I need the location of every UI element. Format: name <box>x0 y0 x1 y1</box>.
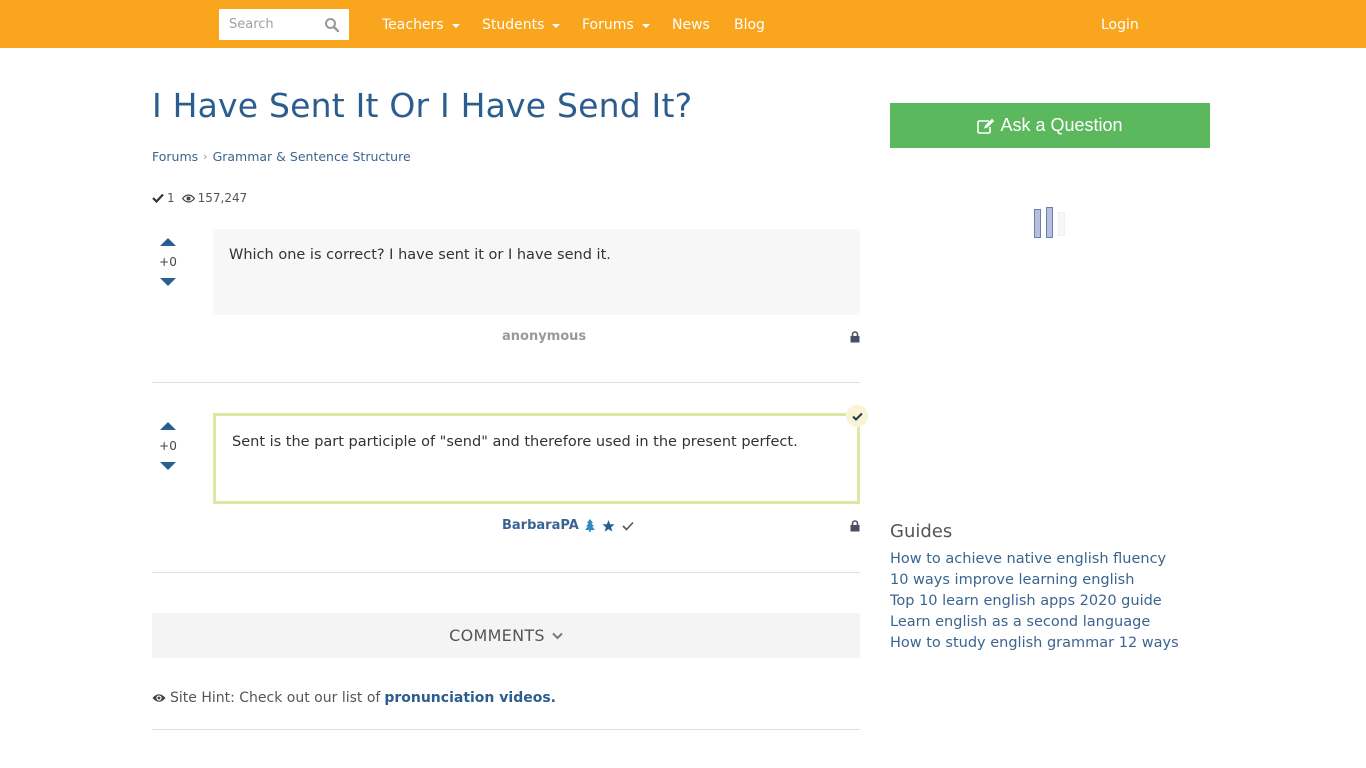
loader-bar <box>1034 209 1041 238</box>
answers-count: 1 <box>167 191 175 205</box>
divider <box>152 572 860 573</box>
ask-question-label: Ask a Question <box>1000 115 1123 135</box>
question-author: anonymous <box>502 329 587 344</box>
page-title: I Have Sent It Or I Have Send It? <box>152 86 693 125</box>
downvote-arrow-icon[interactable] <box>160 462 176 470</box>
vote-count: +0 <box>159 439 177 453</box>
guides-list: How to achieve native english fluency 10… <box>890 549 1179 654</box>
breadcrumb: Forums › Grammar & Sentence Structure <box>152 149 411 164</box>
question-body: Which one is correct? I have sent it or … <box>213 229 860 315</box>
chevron-down-icon <box>552 632 563 639</box>
loader-bar <box>1058 212 1065 236</box>
search-input[interactable] <box>219 9 319 40</box>
eye-icon <box>181 193 195 203</box>
pronunciation-videos-link[interactable]: pronunciation videos. <box>384 690 556 706</box>
guide-link[interactable]: 10 ways improve learning english <box>890 570 1179 591</box>
accepted-answer-badge <box>846 405 868 427</box>
top-navbar: Teachers Students Forums News Blog Login <box>0 0 1366 48</box>
login-link[interactable]: Login <box>1101 15 1139 35</box>
ask-question-button[interactable]: Ask a Question <box>890 103 1210 148</box>
answer-vote-controls: +0 <box>152 422 184 470</box>
loading-spinner <box>1034 207 1068 239</box>
search-icon[interactable] <box>324 17 340 33</box>
divider <box>152 382 860 383</box>
lock-icon <box>850 520 860 532</box>
caret-down-icon <box>552 24 561 28</box>
views-count: 157,247 <box>197 191 248 205</box>
site-hint: Site Hint: Check out our list of pronunc… <box>152 690 556 706</box>
nav-students[interactable]: Students <box>482 15 561 35</box>
nav-news[interactable]: News <box>672 15 710 35</box>
upvote-arrow-icon[interactable] <box>160 238 176 246</box>
guide-link[interactable]: How to achieve native english fluency <box>890 549 1179 570</box>
site-hint-text: Site Hint: Check out our list of <box>170 690 381 706</box>
caret-down-icon <box>451 24 460 28</box>
upvote-arrow-icon[interactable] <box>160 422 176 430</box>
comments-toggle[interactable]: COMMENTS <box>152 613 860 658</box>
nav-forums-label: Forums <box>582 17 634 33</box>
answer-body: Sent is the part participle of "send" an… <box>213 413 860 504</box>
nav-students-label: Students <box>482 17 545 33</box>
loader-bar <box>1046 207 1053 238</box>
caret-down-icon <box>641 24 650 28</box>
thread-stats: 1 157,247 <box>152 191 247 205</box>
guide-link[interactable]: How to study english grammar 12 ways <box>890 633 1179 654</box>
check-icon <box>152 193 164 203</box>
answer-author: BarbaraPA <box>502 518 634 533</box>
answer-author-name[interactable]: BarbaraPA <box>502 518 579 533</box>
nav-teachers-label: Teachers <box>382 17 444 33</box>
eye-icon <box>152 694 166 702</box>
nav-forums[interactable]: Forums <box>582 15 650 35</box>
star-icon <box>602 519 615 532</box>
guide-link[interactable]: Top 10 learn english apps 2020 guide <box>890 591 1179 612</box>
downvote-arrow-icon[interactable] <box>160 278 176 286</box>
tree-icon <box>584 519 595 532</box>
guide-link[interactable]: Learn english as a second language <box>890 612 1179 633</box>
nav-teachers[interactable]: Teachers <box>382 15 460 35</box>
vote-count: +0 <box>159 255 177 269</box>
breadcrumb-grammar[interactable]: Grammar & Sentence Structure <box>213 149 411 164</box>
edit-icon <box>977 118 995 134</box>
check-icon <box>851 412 863 421</box>
comments-label: COMMENTS <box>449 626 545 645</box>
question-vote-controls: +0 <box>152 238 184 286</box>
search-box <box>219 9 349 40</box>
chevron-right-icon: › <box>203 150 208 163</box>
check-icon <box>622 521 634 531</box>
nav-blog[interactable]: Blog <box>734 15 765 35</box>
breadcrumb-forums[interactable]: Forums <box>152 149 198 164</box>
guides-title: Guides <box>890 521 953 542</box>
divider <box>152 729 860 730</box>
lock-icon <box>850 331 860 343</box>
